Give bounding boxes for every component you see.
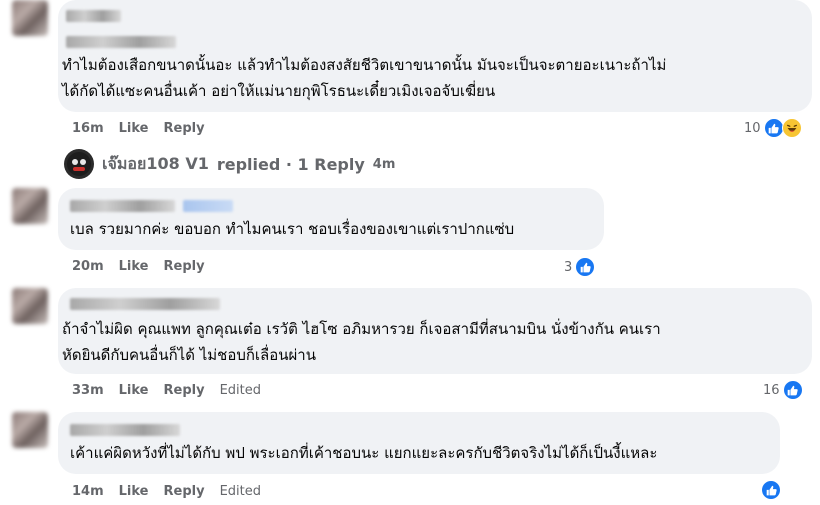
comment-actions: 20m Like Reply [72,259,205,274]
edited-label: Edited [219,383,262,398]
comment-bubble: ทำไมต้องเสือกขนาดนั้นอะ แล้วทำไมต้องสงสั… [58,0,812,112]
like-button[interactable]: Like [119,484,149,499]
comment-actions: 16m Like Reply [72,121,205,136]
reply-button[interactable]: Reply [164,259,205,274]
commenter-name-redacted[interactable] [70,298,220,310]
reply-timestamp: 4m [372,156,396,172]
comment-bubble: เค้าแค่ผิดหวังที่ไม่ได้กับ พป พระเอกที่เ… [58,412,780,474]
comment-timestamp[interactable]: 33m [72,383,104,398]
reply-button[interactable]: Reply [164,383,205,398]
commenter-badge-redacted [183,200,233,212]
commenter-avatar[interactable] [12,288,48,324]
comment-text-line: เบล รวยมากค่ะ ขอบอก ทำไมคนเรา ชอบเรื่องข… [70,220,515,238]
commenter-avatar[interactable] [12,0,48,36]
like-button[interactable]: Like [119,121,149,136]
like-icon [761,480,781,500]
reaction-summary[interactable] [758,480,781,500]
comment-timestamp[interactable]: 14m [72,484,104,499]
commenter-name-redacted [66,36,176,48]
reaction-summary[interactable]: 3 [564,257,596,277]
like-button[interactable]: Like [119,383,149,398]
like-icon [763,118,784,138]
reply-count-text[interactable]: replied · 1 Reply [217,155,365,174]
comment-bubble: ถ้าจำไม่ผิด คุณแพท ลูกคุณเต๋อ เรวัติ ไฮโ… [58,288,812,374]
comment-text-line: ได้กัดได้แซะคนอื่นเค้า อย่าให้แม่นายกุพิ… [62,82,496,100]
reaction-summary[interactable]: 16 [763,380,803,400]
reply-button[interactable]: Reply [164,484,205,499]
like-icon [782,380,803,400]
like-button[interactable]: Like [119,259,149,274]
reply-button[interactable]: Reply [164,121,205,136]
comment-actions: 33m Like Reply Edited [72,383,261,398]
commenter-avatar[interactable] [12,412,48,448]
commenter-name-redacted[interactable] [70,424,180,436]
commenter-name-redacted[interactable] [70,200,175,212]
commenter-name-redacted[interactable] [66,10,121,22]
reaction-count: 3 [564,259,573,275]
comment-text-line: ถ้าจำไม่ผิด คุณแพท ลูกคุณเต๋อ เรวัติ ไฮโ… [62,320,661,338]
reaction-summary[interactable]: 10 [744,118,802,138]
reply-author-avatar [64,149,94,179]
comment-timestamp[interactable]: 16m [72,121,104,136]
like-icon [575,257,596,277]
comment-text-line: เค้าแค่ผิดหวังที่ไม่ได้กับ พป พระเอกที่เ… [70,444,658,462]
reply-author-name[interactable]: เจ๊มอย108 V1 [102,152,209,177]
comment-text-line: หัดยินดีกับคนอื่นก็ได้ ไม่ชอบก็เลื่อนผ่า… [62,346,316,364]
comment-actions: 14m Like Reply Edited [72,484,261,499]
reaction-count: 16 [763,382,780,398]
commenter-avatar[interactable] [12,188,48,224]
comment-bubble: เบล รวยมากค่ะ ขอบอก ทำไมคนเรา ชอบเรื่องข… [58,188,604,250]
view-replies-link[interactable]: เจ๊มอย108 V1 replied · 1 Reply 4m [64,149,395,179]
edited-label: Edited [219,484,262,499]
haha-icon [781,118,802,138]
reaction-count: 10 [744,120,761,136]
comment-text-line: ทำไมต้องเสือกขนาดนั้นอะ แล้วทำไมต้องสงสั… [62,56,667,74]
comment-timestamp[interactable]: 20m [72,259,104,274]
